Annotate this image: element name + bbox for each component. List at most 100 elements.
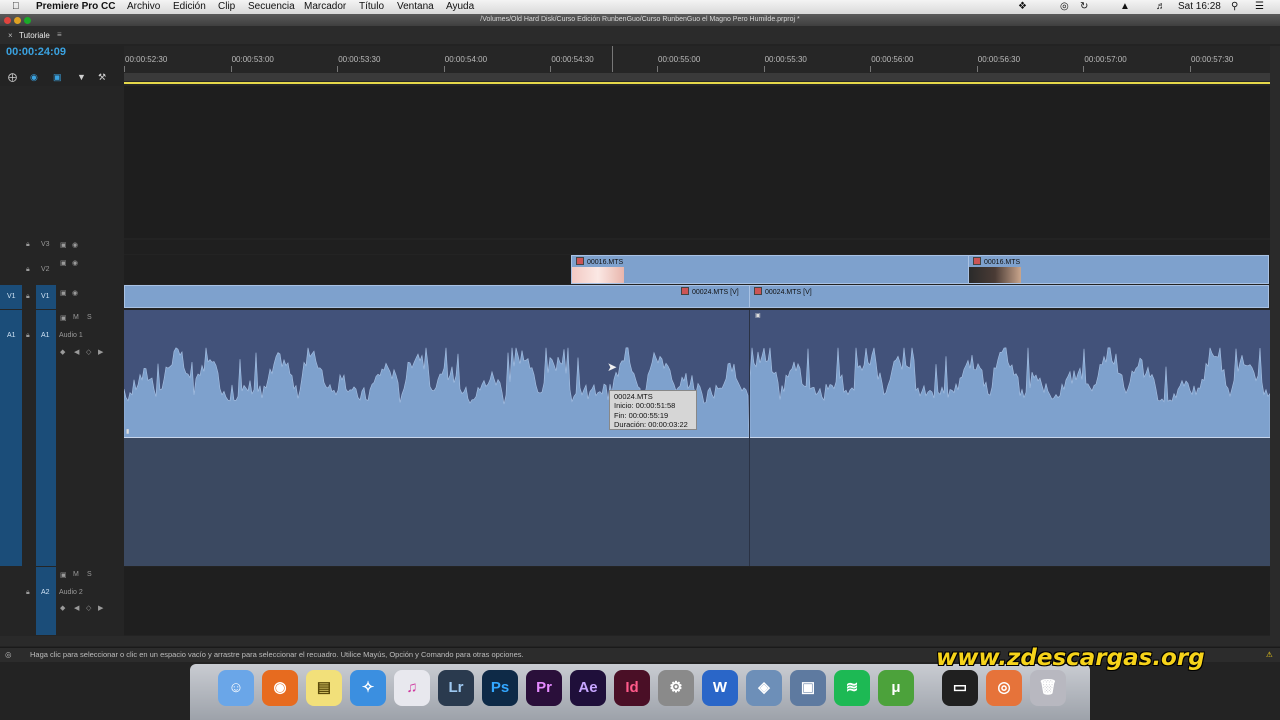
dock-safari-icon[interactable]: ✧ [350, 670, 386, 706]
menu-clip[interactable]: Clip [218, 1, 235, 13]
dock-photo-icon[interactable]: ◎ [986, 670, 1022, 706]
dock-preview-icon[interactable]: ◈ [746, 670, 782, 706]
mute-button[interactable]: M [73, 314, 79, 321]
keyframe-icon[interactable]: ◇ [86, 604, 91, 612]
clip-v2-b[interactable]: 00016.MTS [968, 255, 1269, 284]
prev-keyframe-icon[interactable]: ◀ [74, 348, 79, 356]
lock-icon[interactable]: 🔒︎ [26, 332, 30, 340]
minimize-window-button[interactable] [14, 17, 21, 24]
dock-display-icon[interactable]: ▭ [942, 670, 978, 706]
film-icon[interactable]: ▣ [60, 314, 67, 322]
mute-button[interactable]: M [73, 571, 79, 578]
dock-system-preferences-icon[interactable]: ⚙ [658, 670, 694, 706]
tooltip-clip-name: 00024.MTS [614, 392, 653, 401]
dock-lr-icon[interactable]: Lr [438, 670, 474, 706]
menu-marcador[interactable]: Marcador [304, 1, 346, 13]
lock-icon[interactable]: 🔒︎ [26, 589, 30, 597]
nest-icon[interactable]: ▣ [53, 72, 62, 83]
track-label-v1[interactable]: V1 [41, 293, 50, 300]
snap-icon[interactable]: ⨁ [8, 72, 17, 83]
dock-stickies-icon[interactable]: ▤ [306, 670, 342, 706]
track-label-a1[interactable]: A1 [41, 332, 50, 339]
wifi-icon[interactable]: ▲ [1120, 1, 1130, 13]
volume-icon[interactable]: ♬ [1156, 1, 1166, 13]
fx-badge-icon [681, 287, 689, 295]
track-name-a1[interactable]: Audio 1 [59, 332, 83, 339]
menu-edicion[interactable]: Edición [173, 1, 206, 13]
dock-spotify-icon[interactable]: ≋ [834, 670, 870, 706]
clip-v1-a[interactable]: 00024.MTS [V] [124, 285, 750, 308]
empty-track-area[interactable] [124, 86, 1270, 238]
dock-ae-icon[interactable]: Ae [570, 670, 606, 706]
dock-ps-icon[interactable]: Ps [482, 670, 518, 706]
solo-button[interactable]: S [87, 571, 92, 578]
volume-line[interactable] [124, 437, 1270, 438]
ruler-tick [337, 66, 339, 72]
spotlight-icon[interactable]: ⚲ [1231, 1, 1238, 13]
apple-icon[interactable]:  [12, 1, 20, 13]
dock-trash-icon[interactable]: 🗑︎ [1030, 670, 1066, 706]
eye-icon[interactable]: ◉ [72, 241, 78, 249]
close-tab-icon[interactable]: × [8, 31, 13, 40]
add-marker-icon[interactable]: ▼ [77, 72, 86, 82]
notification-icon[interactable]: ☰ [1255, 1, 1264, 13]
edit-point[interactable] [749, 310, 750, 566]
menu-titulo[interactable]: Título [359, 1, 384, 13]
menu-archivo[interactable]: Archivo [127, 1, 160, 13]
lock-icon[interactable]: 🔒︎ [26, 293, 30, 301]
wrench-icon[interactable]: ⚒ [98, 72, 106, 83]
dock-pr-icon[interactable]: Pr [526, 670, 562, 706]
linked-selection-icon[interactable]: ◉ [30, 72, 38, 83]
panel-menu-icon[interactable]: ≡ [57, 30, 62, 39]
track-name-a2[interactable]: Audio 2 [59, 589, 83, 596]
track-header-v2: 🔒︎ V2 ▣ ◉ [0, 256, 124, 284]
zoom-scrollbar[interactable] [124, 73, 1270, 81]
time-machine-icon[interactable]: ↻ [1080, 1, 1088, 13]
dock-itunes-icon[interactable]: ♫ [394, 670, 430, 706]
tab-sequence[interactable]: Tutoriale [19, 31, 50, 40]
close-window-button[interactable] [4, 17, 11, 24]
work-area-bar[interactable] [124, 82, 1270, 84]
dock-photo-booth-icon[interactable]: ▣ [790, 670, 826, 706]
film-icon[interactable]: ▣ [60, 571, 67, 579]
film-icon[interactable]: ▣ [60, 259, 67, 267]
film-icon[interactable]: ▣ [60, 241, 67, 249]
prev-keyframe-icon[interactable]: ◀ [74, 604, 79, 612]
eye-icon[interactable]: ◉ [72, 289, 78, 297]
clock[interactable]: Sat 16:28 [1178, 1, 1221, 13]
track-v3[interactable] [124, 240, 1270, 254]
lock-icon[interactable]: 🔒︎ [26, 266, 30, 274]
dock-utorrent-icon[interactable]: μ [878, 670, 914, 706]
dock-id-icon[interactable]: Id [614, 670, 650, 706]
menu-app[interactable]: Premiere Pro CC [36, 1, 115, 13]
lock-icon[interactable]: 🔒︎ [26, 241, 30, 249]
dropbox-icon[interactable]: ❖ [1018, 1, 1027, 13]
clip-name: 00024.MTS [V] [765, 289, 812, 296]
dock-finder-icon[interactable]: ☺ [218, 670, 254, 706]
menu-secuencia[interactable]: Secuencia [248, 1, 295, 13]
clip-v2-a[interactable]: 00016.MTS [571, 255, 969, 284]
playhead-timecode[interactable]: 00:00:24:09 [6, 46, 66, 58]
menu-ventana[interactable]: Ventana [397, 1, 434, 13]
track-label-v3[interactable]: V3 [41, 241, 50, 248]
menu-ayuda[interactable]: Ayuda [446, 1, 474, 13]
track-label-v2[interactable]: V2 [41, 266, 50, 273]
next-keyframe-icon[interactable]: ▶ [98, 348, 103, 356]
sync-icon[interactable]: ◎ [1060, 1, 1069, 13]
dock-word-icon[interactable]: W [702, 670, 738, 706]
vertical-scrollbar[interactable] [1270, 46, 1280, 636]
clip-v1-b[interactable]: 00024.MTS [V] [749, 285, 1269, 308]
solo-button[interactable]: S [87, 314, 92, 321]
next-keyframe-icon[interactable]: ▶ [98, 604, 103, 612]
source-label-a1[interactable]: A1 [7, 332, 16, 339]
keyframe-icon[interactable]: ◇ [86, 348, 91, 356]
zoom-window-button[interactable] [24, 17, 31, 24]
eye-icon[interactable]: ◉ [72, 259, 78, 267]
add-keyframe-icon[interactable]: ◆ [60, 348, 65, 356]
track-label-a2[interactable]: A2 [41, 589, 50, 596]
add-keyframe-icon[interactable]: ◆ [60, 604, 65, 612]
dock-firefox-icon[interactable]: ◉ [262, 670, 298, 706]
film-icon[interactable]: ▣ [60, 289, 67, 297]
track-a2[interactable] [124, 567, 1270, 635]
source-label-v1[interactable]: V1 [7, 293, 16, 300]
